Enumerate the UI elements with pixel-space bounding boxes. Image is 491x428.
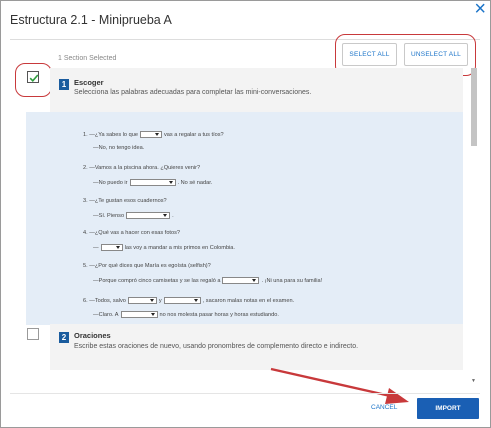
item-3-answer: —Sí. Pienso . xyxy=(93,212,174,219)
scrollbar-thumb[interactable] xyxy=(471,68,477,146)
scroll-down-icon[interactable]: ▼ xyxy=(471,378,476,384)
section-2-number: 2 xyxy=(59,332,69,343)
section-2-description: Escribe estas oraciones de nuevo, usando… xyxy=(74,343,359,350)
dropdown-5[interactable] xyxy=(222,277,260,284)
item-text: . No sé nadar. xyxy=(177,179,213,186)
dropdown-6[interactable] xyxy=(127,297,157,304)
section-1-title: Escoger xyxy=(74,78,104,87)
item-text: —Claro. A xyxy=(93,311,119,318)
item-text: , sacaron malas notas en el examen. xyxy=(202,297,295,304)
item-4-answer: — las voy a mandar a mis primos en Colom… xyxy=(93,244,235,251)
item-5-answer: —Porque compró cinco camisetas y se las … xyxy=(93,277,322,284)
item-text: y xyxy=(158,297,162,304)
dropdown-7[interactable] xyxy=(163,297,201,304)
section-2-title: Oraciones xyxy=(74,331,111,340)
item-1-answer: —No, no tengo idea. xyxy=(93,145,144,151)
item-text: 5. —¿Por qué dices que María es egoísta … xyxy=(83,263,211,269)
item-text: 3. —¿Te gustan esos cuadernos? xyxy=(83,198,167,204)
item-text: 2. —Vamos a la piscina ahora. ¿Quieres v… xyxy=(83,165,201,171)
item-2-question: 2. —Vamos a la piscina ahora. ¿Quieres v… xyxy=(83,165,200,171)
import-button[interactable]: IMPORT xyxy=(417,398,479,419)
dropdown-3[interactable] xyxy=(126,212,171,219)
item-6-answer: —Claro. A no nos molesta pasar horas y h… xyxy=(93,311,279,318)
item-text: —No puedo ir xyxy=(93,179,128,186)
dropdown-8[interactable] xyxy=(120,311,158,318)
item-text: no nos molesta pasar horas y horas estud… xyxy=(159,311,279,318)
item-1-question: 1. —¿Ya sabes lo que vas a regalar a tus… xyxy=(83,131,224,138)
item-text: —No, no tengo idea. xyxy=(93,145,145,151)
section-2-checkbox[interactable] xyxy=(27,328,39,340)
section-1-number: 1 xyxy=(59,79,69,90)
item-2-answer: —No puedo ir . No sé nadar. xyxy=(93,179,212,186)
dialog-title: Estructura 2.1 - Miniprueba A xyxy=(10,13,172,27)
section-1-description: Selecciona las palabras adecuadas para c… xyxy=(74,89,312,96)
item-text: las voy a mandar a mis primos en Colombi… xyxy=(124,244,235,251)
item-text: —Porque compró cinco camisetas y se las … xyxy=(93,277,221,284)
item-text: 4. —¿Qué vas a hacer con esas fotos? xyxy=(83,230,181,236)
item-3-question: 3. —¿Te gustan esos cuadernos? xyxy=(83,198,167,204)
dropdown-1[interactable] xyxy=(139,131,162,138)
item-text: — xyxy=(93,244,99,251)
dialog: Estructura 2.1 - Miniprueba A × 1 Sectio… xyxy=(0,0,491,428)
dropdown-2[interactable] xyxy=(129,179,176,186)
select-all-button[interactable]: SELECT ALL xyxy=(342,43,397,66)
item-text: 1. —¿Ya sabes lo que xyxy=(83,131,138,138)
footer-divider xyxy=(10,393,480,394)
close-icon[interactable]: × xyxy=(474,0,486,20)
section-1-preview xyxy=(26,112,463,325)
item-6-question: 6. —Todos, salvo y , sacaron malas notas… xyxy=(83,297,294,304)
cancel-button[interactable]: CANCEL xyxy=(371,404,397,411)
item-text: —Sí. Pienso xyxy=(93,212,125,219)
unselect-all-button[interactable]: UNSELECT ALL xyxy=(404,43,468,66)
dropdown-4[interactable] xyxy=(100,244,123,251)
item-text: 6. —Todos, salvo xyxy=(83,297,126,304)
item-5-question: 5. —¿Por qué dices que María es egoísta … xyxy=(83,263,211,269)
selected-count: 1 Section Selected xyxy=(58,55,117,62)
item-text: . ¡Ni una para su familia! xyxy=(261,277,323,284)
section-1-checkbox[interactable] xyxy=(27,71,39,83)
item-text: . xyxy=(172,212,174,219)
item-4-question: 4. —¿Qué vas a hacer con esas fotos? xyxy=(83,230,180,236)
item-text: vas a regalar a tus tíos? xyxy=(163,131,224,138)
